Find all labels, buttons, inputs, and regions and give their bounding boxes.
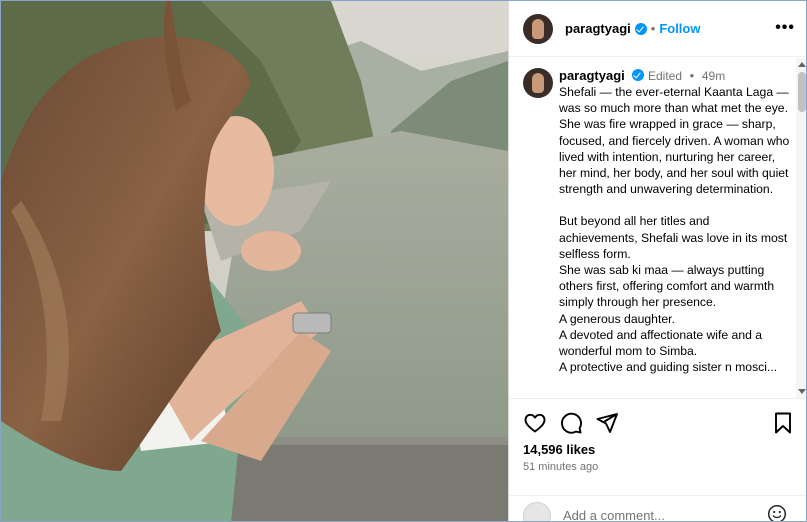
caption-scroll-area[interactable]: paragtyagi Edited • 49m Shefali — the ev…: [509, 58, 806, 398]
photo-illustration: [1, 1, 508, 521]
instagram-post-window: paragtyagi • Follow ••• paragtyagi Edite…: [0, 0, 807, 522]
caption-separator-dot: •: [689, 68, 695, 83]
caption-username[interactable]: paragtyagi: [559, 68, 625, 83]
post-timestamp[interactable]: 51 minutes ago: [523, 461, 598, 473]
caption-line: She was fire wrapped in grace — sharp, f…: [559, 117, 790, 197]
caption-line: A devoted and affectionate wife and a wo…: [559, 327, 763, 359]
post-side-panel: paragtyagi • Follow ••• paragtyagi Edite…: [508, 1, 806, 522]
scroll-down-arrow-icon[interactable]: [798, 389, 806, 394]
author-username[interactable]: paragtyagi: [565, 21, 631, 36]
caption-line: A protective and guiding sister n mosci.…: [559, 360, 778, 375]
separator-dot: •: [650, 21, 656, 36]
bookmark-icon[interactable]: [771, 411, 795, 435]
scroll-up-arrow-icon[interactable]: [798, 62, 806, 67]
caption-line: She was sab ki maa — always putting othe…: [559, 263, 775, 310]
caption-text: Shefali — the ever-eternal Kaanta Laga —…: [559, 84, 791, 375]
scrollbar-thumb[interactable]: [798, 72, 806, 112]
caption-line: Shefali — the ever-eternal Kaanta Laga —…: [559, 85, 789, 116]
post-header: paragtyagi • Follow •••: [509, 1, 806, 57]
author-avatar[interactable]: [523, 13, 553, 44]
heart-icon[interactable]: [523, 411, 547, 435]
comment-composer: [509, 495, 806, 522]
action-buttons: [523, 411, 619, 435]
like-count[interactable]: 14,596 likes: [523, 442, 595, 457]
caption-scrollbar[interactable]: [796, 58, 806, 398]
caption-author-avatar[interactable]: [523, 68, 553, 98]
verified-badge-icon: [634, 22, 647, 35]
caption-verified-badge-icon: [632, 69, 645, 81]
caption-blank-line: [559, 197, 791, 213]
caption-line: But beyond all her titles and achievemen…: [559, 214, 788, 261]
comment-input[interactable]: [563, 508, 763, 521]
follow-button[interactable]: Follow: [659, 21, 700, 36]
viewer-avatar: [523, 501, 551, 521]
emoji-icon[interactable]: [767, 504, 787, 522]
post-actions: 14,596 likes 51 minutes ago: [509, 398, 806, 522]
post-photo[interactable]: [1, 1, 508, 521]
caption-line: A generous daughter.: [559, 311, 675, 326]
more-options-icon[interactable]: •••: [775, 19, 795, 37]
comment-icon[interactable]: [559, 411, 583, 435]
share-icon[interactable]: [595, 411, 619, 435]
caption-age[interactable]: 49m: [702, 69, 725, 83]
caption-meta: paragtyagi Edited • 49m: [559, 68, 725, 84]
edited-label: Edited: [648, 69, 683, 83]
